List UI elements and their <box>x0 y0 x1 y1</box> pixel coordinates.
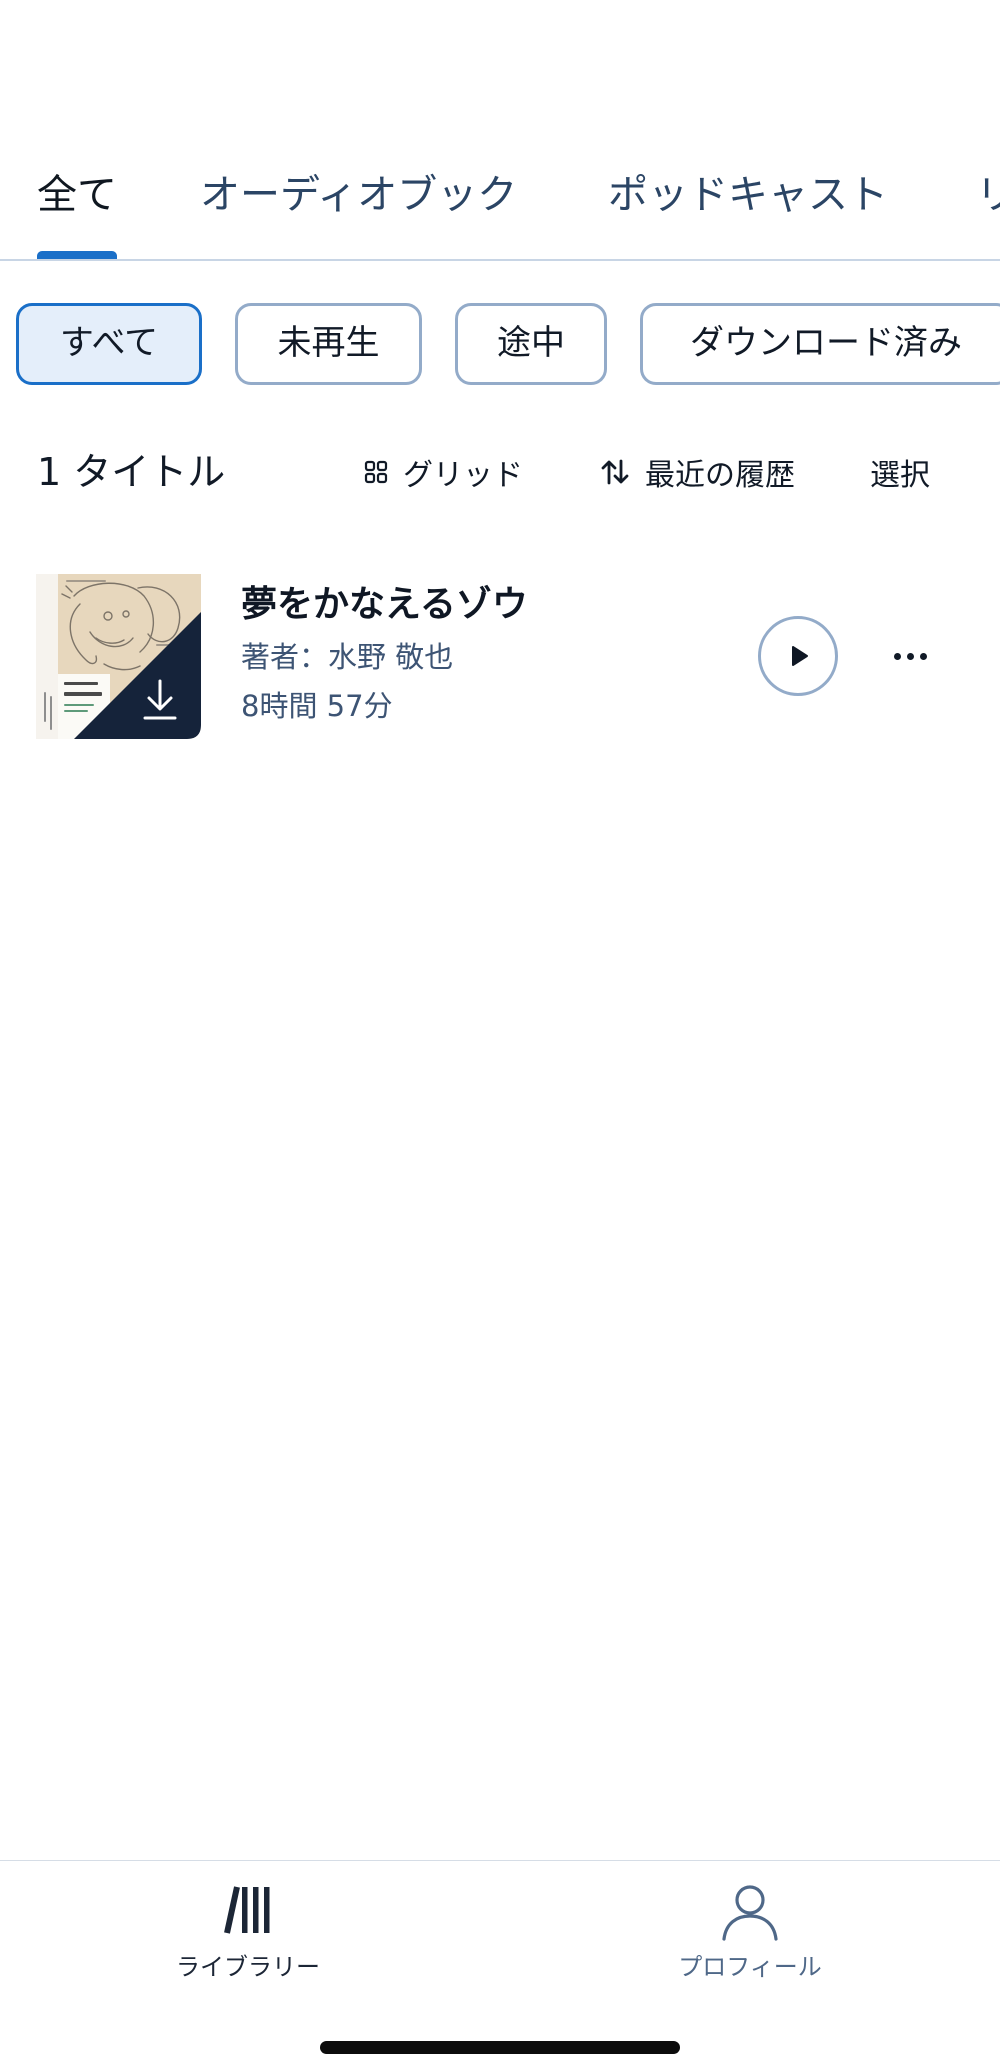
nav-library[interactable]: ライブラリー <box>98 1861 398 2001</box>
filter-chip-all[interactable]: すべて <box>16 303 202 385</box>
view-toggle-label: グリッド <box>403 458 523 493</box>
filter-chip-downloaded[interactable]: ダウンロード済み <box>640 303 1000 385</box>
filter-chips: すべて 未再生 途中 ダウンロード済み <box>0 303 1000 385</box>
sort-label: 最近の履歴 <box>645 458 795 493</box>
tab-podcasts[interactable]: ポッドキャスト <box>608 168 888 222</box>
book-title: 夢をかなえるゾウ <box>241 584 528 625</box>
tab-all[interactable]: 全て <box>37 168 117 222</box>
sort-icon <box>600 458 630 486</box>
home-indicator <box>320 2041 680 2054</box>
download-icon <box>143 679 177 720</box>
nav-profile-label: プロフィール <box>678 1953 822 1981</box>
more-horizontal-icon <box>893 652 901 660</box>
library-icon <box>224 1886 270 1934</box>
profile-icon <box>722 1885 778 1941</box>
select-button[interactable]: 選択 <box>870 444 930 500</box>
list-item[interactable]: 夢をかなえるゾウ 著者：水野 敬也 8時間 57分 <box>0 560 1000 755</box>
grid-icon <box>364 460 388 484</box>
nav-library-label: ライブラリー <box>176 1953 320 1981</box>
view-toggle-button[interactable]: グリッド <box>364 444 523 500</box>
play-button[interactable] <box>758 616 838 696</box>
play-icon <box>792 646 808 666</box>
filter-chip-in-progress[interactable]: 途中 <box>455 303 607 385</box>
tab-overflow[interactable]: リ <box>976 168 1000 222</box>
library-screen: 全て オーディオブック ポッドキャスト リ すべて 未再生 途中 ダウンロード済… <box>0 0 1000 2068</box>
nav-profile[interactable]: プロフィール <box>600 1861 900 2001</box>
filter-chip-unplayed[interactable]: 未再生 <box>235 303 422 385</box>
book-author: 著者：水野 敬也 <box>241 640 454 674</box>
sort-button[interactable]: 最近の履歴 <box>600 444 795 500</box>
more-options-button[interactable] <box>880 636 940 676</box>
tabs-divider <box>0 259 1000 261</box>
book-cover[interactable] <box>36 574 201 739</box>
book-duration: 8時間 57分 <box>241 689 393 723</box>
title-count: 1 タイトル <box>37 450 226 494</box>
tab-audiobooks[interactable]: オーディオブック <box>200 168 517 222</box>
content-type-tabs: 全て オーディオブック ポッドキャスト リ <box>0 0 1000 261</box>
library-toolbar: 1 タイトル グリッド 最近の履歴 選択 <box>0 444 1000 500</box>
bottom-nav: ライブラリー プロフィール <box>0 1860 1000 2068</box>
